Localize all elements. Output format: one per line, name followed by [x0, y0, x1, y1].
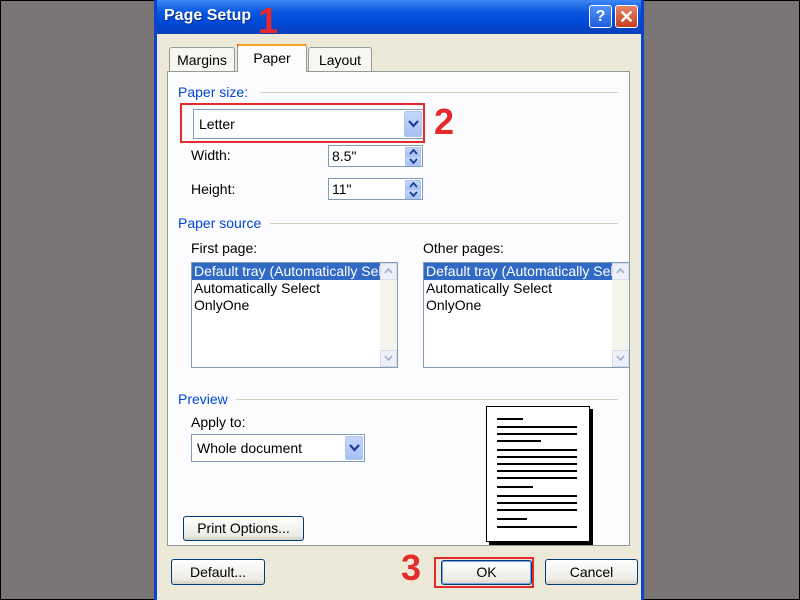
- preview-line: [497, 526, 577, 528]
- title-bar[interactable]: Page Setup ? ✕: [157, 0, 641, 34]
- cancel-button[interactable]: Cancel: [545, 559, 638, 585]
- tab-paper-label: Paper: [253, 50, 291, 66]
- preview-line: [497, 470, 577, 472]
- scroll-down-button[interactable]: [380, 350, 397, 367]
- chevron-up-icon: [384, 268, 393, 274]
- print-options-button[interactable]: Print Options...: [183, 516, 304, 541]
- preview-line: [497, 449, 577, 451]
- default-label: Default...: [189, 564, 247, 580]
- other-pages-listbox[interactable]: Default tray (Automatically Select) Auto…: [423, 262, 630, 368]
- tab-margins-label: Margins: [177, 52, 227, 68]
- annotation-box-paper-size: [180, 103, 425, 143]
- help-icon: ?: [595, 8, 606, 25]
- list-item[interactable]: Default tray (Automatically Select): [192, 263, 397, 280]
- scroll-up-button[interactable]: [612, 263, 629, 280]
- divider: [260, 92, 618, 93]
- preview-page-thumbnail: [486, 406, 590, 542]
- tab-layout-label: Layout: [318, 52, 362, 68]
- preview-line: [497, 456, 577, 458]
- chevron-down-icon: [616, 355, 625, 361]
- close-icon: ✕: [618, 7, 635, 27]
- page-setup-dialog: Page Setup ? ✕ Margins Paper Layout Pape…: [154, 0, 644, 600]
- divider: [236, 399, 618, 400]
- dialog-title: Page Setup: [164, 7, 252, 24]
- preview-line: [497, 433, 577, 435]
- chevron-down-icon: [409, 191, 418, 197]
- apply-to-dropdown-button[interactable]: [345, 436, 363, 460]
- apply-to-select[interactable]: Whole document: [191, 434, 365, 462]
- chevron-down-icon: [384, 355, 393, 361]
- width-label: Width:: [191, 147, 231, 163]
- preview-line: [497, 502, 577, 504]
- list-item[interactable]: OnlyOne: [192, 297, 397, 314]
- tab-margins[interactable]: Margins: [169, 47, 235, 71]
- list-item[interactable]: Automatically Select: [192, 280, 397, 297]
- list-item[interactable]: Default tray (Automatically Select): [424, 263, 629, 280]
- list-item[interactable]: OnlyOne: [424, 297, 629, 314]
- height-spinner[interactable]: 11": [328, 178, 423, 200]
- preview-line: [497, 418, 523, 420]
- list-item[interactable]: Automatically Select: [424, 280, 629, 297]
- cancel-label: Cancel: [569, 564, 614, 580]
- annotation-marker-1: 1: [258, 0, 279, 41]
- annotation-box-ok-button: [434, 557, 534, 588]
- chevron-down-icon: [349, 444, 360, 452]
- preview-line: [497, 440, 541, 442]
- tab-layout[interactable]: Layout: [308, 47, 372, 71]
- width-spinner[interactable]: 8.5": [328, 145, 423, 167]
- first-page-label: First page:: [191, 240, 258, 256]
- chevron-up-icon: [409, 182, 418, 188]
- height-label: Height:: [191, 181, 236, 197]
- preview-group-label: Preview: [178, 391, 228, 407]
- paper-source-group-label: Paper source: [178, 215, 262, 231]
- scroll-up-button[interactable]: [380, 263, 397, 280]
- chevron-up-icon: [409, 149, 418, 155]
- preview-line: [497, 509, 577, 511]
- first-page-scrollbar[interactable]: [380, 263, 397, 367]
- height-down-button[interactable]: [405, 189, 421, 199]
- preview-line: [497, 518, 527, 520]
- divider: [270, 223, 618, 224]
- chevron-up-icon: [616, 268, 625, 274]
- annotation-marker-2: 2: [434, 101, 455, 142]
- tab-paper[interactable]: Paper: [237, 44, 307, 72]
- print-options-label: Print Options...: [197, 520, 290, 536]
- default-button[interactable]: Default...: [171, 559, 265, 585]
- preview-line: [497, 495, 577, 497]
- preview-line: [497, 477, 577, 479]
- help-button[interactable]: ?: [589, 5, 612, 28]
- apply-to-value: Whole document: [197, 440, 303, 456]
- width-value: 8.5": [332, 148, 357, 164]
- scroll-down-button[interactable]: [612, 350, 629, 367]
- apply-to-label: Apply to:: [191, 414, 246, 430]
- other-pages-label: Other pages:: [423, 240, 504, 256]
- preview-line: [497, 486, 533, 488]
- preview-line: [497, 426, 577, 428]
- other-pages-scrollbar[interactable]: [612, 263, 629, 367]
- width-down-button[interactable]: [405, 156, 421, 166]
- preview-line: [497, 463, 577, 465]
- first-page-listbox[interactable]: Default tray (Automatically Select) Auto…: [191, 262, 398, 368]
- annotation-marker-3: 3: [401, 547, 422, 588]
- close-button[interactable]: ✕: [615, 5, 638, 28]
- chevron-down-icon: [409, 158, 418, 164]
- paper-size-group-label: Paper size:: [178, 84, 249, 100]
- height-value: 11": [332, 181, 352, 197]
